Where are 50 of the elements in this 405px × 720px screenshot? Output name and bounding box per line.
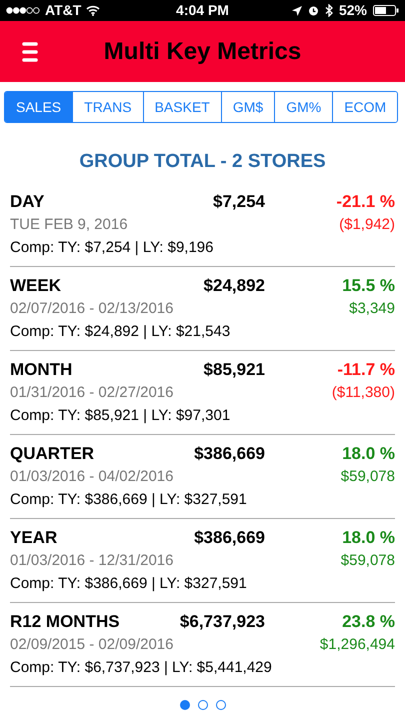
change-amount: $1,296,494 — [320, 635, 395, 655]
wifi-icon — [86, 5, 100, 16]
date-range: TUE FEB 9, 2016 — [10, 215, 129, 235]
change-amount: $3,349 — [349, 299, 395, 319]
sales-value: $85,921 — [204, 358, 265, 380]
comparison-text: Comp: TY: $24,892 | LY: $21,543 — [10, 322, 232, 342]
change-percent: -11.7 % — [336, 358, 395, 380]
menu-icon[interactable] — [22, 42, 38, 62]
comparison-text: Comp: TY: $6,737,923 | LY: $5,441,429 — [10, 658, 273, 678]
change-amount: $59,078 — [340, 467, 395, 487]
date-range: 01/03/2016 - 12/31/2016 — [10, 551, 174, 571]
status-time: 4:04 PM — [176, 1, 229, 20]
location-icon — [292, 6, 302, 16]
sales-value: $386,669 — [194, 442, 265, 464]
signal-icon — [6, 7, 40, 14]
app-title: Multi Key Metrics — [102, 36, 302, 66]
period-label: YEAR — [10, 526, 58, 548]
change-percent: 15.5 % — [341, 274, 395, 296]
comparison-text: Comp: TY: $386,669 | LY: $327,591 — [10, 574, 248, 594]
period-label: DAY — [10, 190, 46, 212]
period-label: MONTH — [10, 358, 74, 380]
period-label: WEEK — [10, 274, 62, 296]
change-amount: $59,078 — [340, 551, 395, 571]
change-percent: -21.1 % — [335, 190, 395, 212]
date-range: 02/07/2016 - 02/13/2016 — [10, 299, 174, 319]
bluetooth-icon — [324, 4, 333, 17]
sales-value: $24,892 — [204, 274, 265, 296]
alarm-icon — [308, 5, 319, 16]
date-range: 01/31/2016 - 02/27/2016 — [10, 383, 174, 403]
period-label: QUARTER — [10, 442, 96, 464]
comparison-text: Comp: TY: $7,254 | LY: $9,196 — [10, 238, 214, 258]
sales-value: $7,254 — [213, 190, 265, 212]
tab[interactable]: ECOM — [332, 92, 398, 122]
change-percent: 18.0 % — [341, 442, 395, 464]
period-label: R12 MONTHS — [10, 610, 121, 632]
battery-percent: 52% — [338, 1, 368, 20]
sales-value: $386,669 — [194, 526, 265, 548]
date-range: 02/09/2015 - 02/09/2016 — [10, 635, 174, 655]
carrier-name: AT&T — [45, 1, 82, 20]
battery-icon — [373, 5, 400, 16]
change-percent: 23.8 % — [341, 610, 395, 632]
change-amount: ($1,942) — [339, 215, 395, 235]
date-range: 01/03/2016 - 04/02/2016 — [10, 467, 174, 487]
tab[interactable]: SALES — [5, 92, 72, 122]
sales-value: $6,737,923 — [180, 610, 265, 632]
group-title: GROUP TOTAL - 2 STORES — [78, 150, 327, 174]
comparison-text: Comp: TY: $85,921 | LY: $97,301 — [10, 406, 232, 426]
comparison-text: Comp: TY: $386,669 | LY: $327,591 — [10, 490, 248, 510]
change-amount: ($11,380) — [332, 383, 395, 403]
change-percent: 18.0 % — [341, 526, 395, 548]
